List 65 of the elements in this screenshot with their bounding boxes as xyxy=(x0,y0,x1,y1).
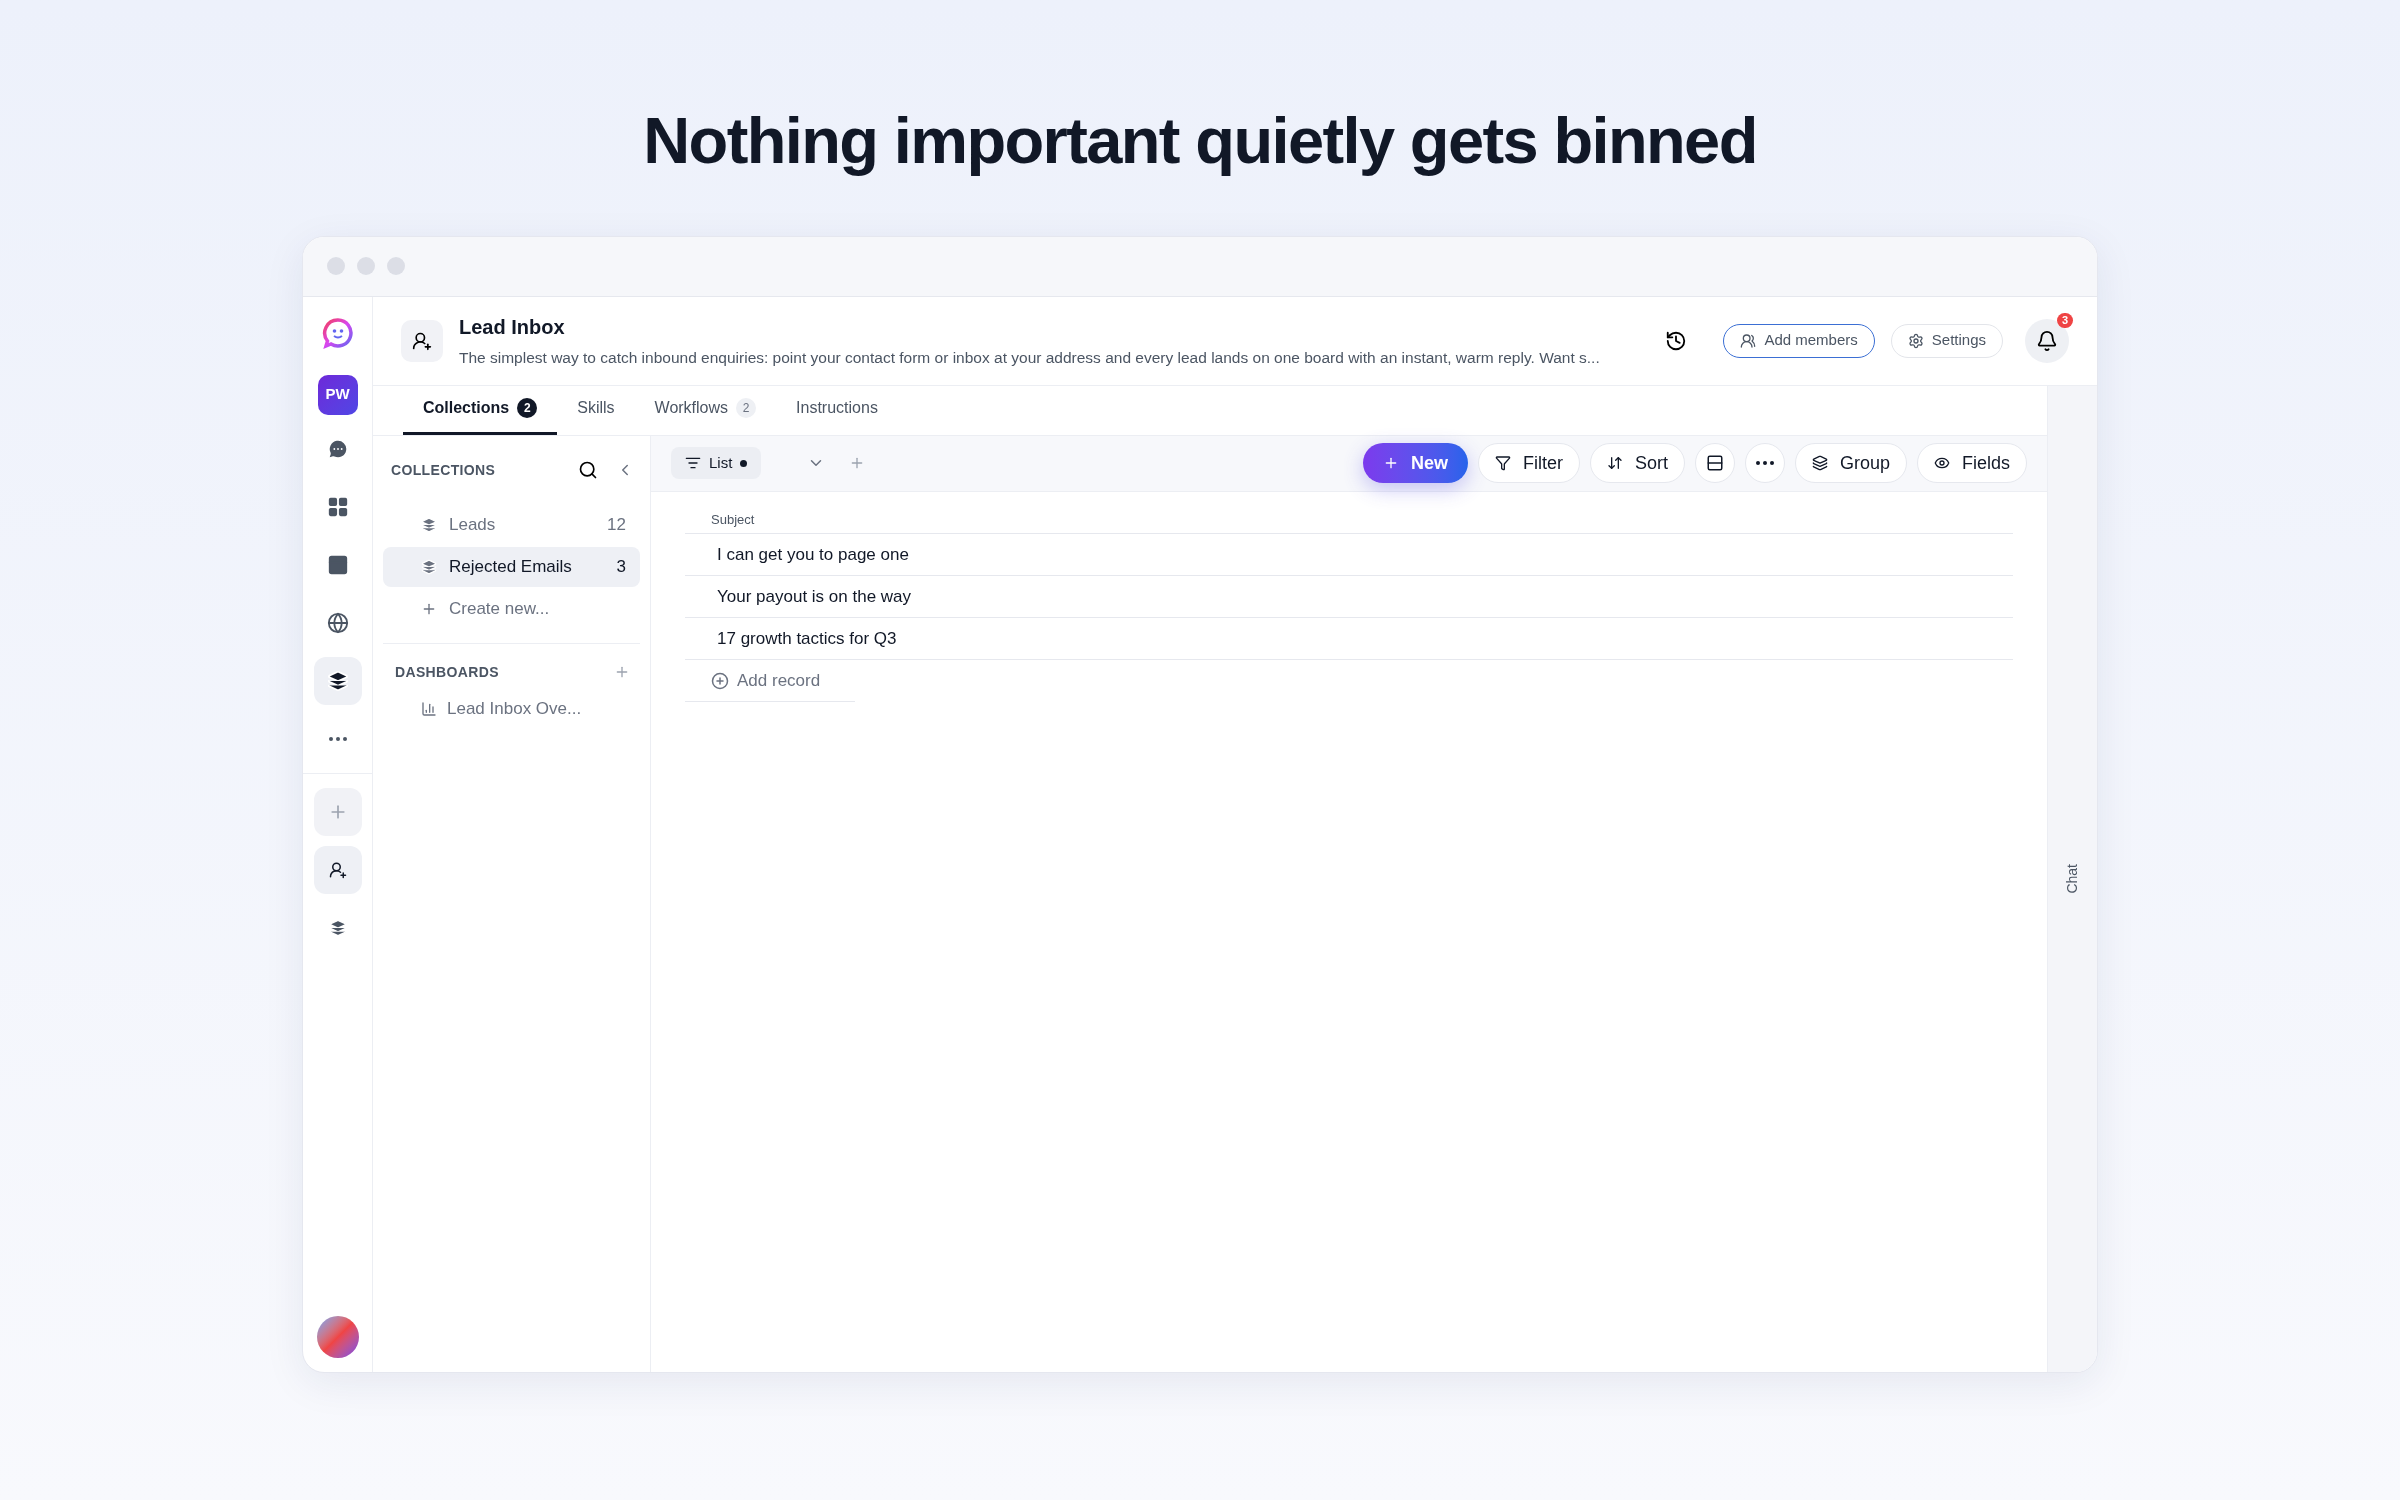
inbox-icon xyxy=(401,319,443,362)
chat-tab[interactable]: Chat xyxy=(2047,385,2097,1372)
layers-icon[interactable] xyxy=(326,669,349,692)
history-icon[interactable] xyxy=(1665,329,1688,352)
tab[interactable]: Instructions xyxy=(776,384,898,435)
toolbar-icon-button[interactable] xyxy=(1694,443,1735,483)
add-record-button[interactable]: Add record xyxy=(685,660,855,702)
collection-item[interactable]: Rejected Emails 3 xyxy=(383,546,640,587)
toolbar-icon-button[interactable] xyxy=(1744,443,1785,483)
rail-button[interactable] xyxy=(313,656,362,705)
table-row[interactable]: 17 growth tactics for Q3 xyxy=(685,618,2013,660)
list-icon xyxy=(685,455,701,471)
new-button[interactable]: New xyxy=(1362,443,1468,483)
collection-count: 12 xyxy=(607,513,626,536)
collection-count: 3 xyxy=(616,555,626,578)
tab[interactable]: Skills xyxy=(557,384,635,435)
section-heading: DASHBOARDS xyxy=(395,662,500,682)
logo-icon[interactable] xyxy=(321,316,354,349)
filter-icon xyxy=(1494,455,1511,471)
tab[interactable]: Workflows 2 xyxy=(634,384,777,435)
view-selector[interactable]: List xyxy=(671,447,762,479)
count-badge: 2 xyxy=(517,398,538,418)
sort-icon xyxy=(1606,455,1623,471)
user-icon xyxy=(328,860,347,879)
notification-badge: 3 xyxy=(2056,312,2073,328)
workspace-avatar[interactable]: PW xyxy=(317,374,358,415)
count-badge: 2 xyxy=(736,398,757,418)
plus-circle-icon xyxy=(711,671,729,690)
toolbar-button[interactable]: Fields xyxy=(1917,443,2027,483)
layers-icon xyxy=(1811,455,1828,471)
tab[interactable]: Collections 2 xyxy=(403,384,558,435)
page-description: The simplest way to catch inbound enquiries: point your contact form or inbox at your address and every lead lands on one board with an instant, warm reply. Want s... xyxy=(459,347,1601,368)
globe-icon[interactable] xyxy=(326,611,349,634)
collection-name: Leads xyxy=(449,513,497,536)
page-title: Lead Inbox xyxy=(459,314,566,340)
toolbar-button[interactable]: Group xyxy=(1794,443,1907,483)
grid-icon[interactable] xyxy=(326,495,349,518)
column-header: Subject xyxy=(685,509,2013,534)
search-icon[interactable] xyxy=(578,460,598,480)
dashboard-item[interactable]: Lead Inbox Ove... xyxy=(383,690,640,727)
bell-icon xyxy=(2036,329,2058,352)
section-heading: COLLECTIONS xyxy=(391,460,497,480)
layers-icon xyxy=(421,516,437,533)
eye-icon xyxy=(1934,455,1950,471)
user-avatar[interactable] xyxy=(316,1315,359,1358)
more-icon[interactable] xyxy=(328,736,347,741)
more-icon[interactable] xyxy=(1755,461,1774,465)
panel-icon[interactable] xyxy=(326,553,349,576)
table-row[interactable]: Your payout is on the way xyxy=(685,576,2013,618)
chart-icon xyxy=(421,700,437,717)
collection-item[interactable]: Leads 12 xyxy=(383,504,640,545)
users-icon xyxy=(1740,332,1757,349)
table-row[interactable]: I can get you to page one xyxy=(685,534,2013,576)
rows-icon xyxy=(1705,454,1724,472)
toolbar-button[interactable]: Sort xyxy=(1589,443,1685,483)
layers-icon xyxy=(328,918,347,937)
settings-icon xyxy=(1907,332,1924,349)
notifications-button[interactable] xyxy=(2025,318,2069,363)
collection-name: Rejected Emails xyxy=(449,555,573,578)
layers-icon xyxy=(421,558,437,575)
create-new-button[interactable]: Create new... xyxy=(383,588,640,629)
chat-bubble-icon[interactable] xyxy=(326,437,349,460)
headline: Nothing important quietly gets binned xyxy=(643,103,1757,179)
rail-button[interactable] xyxy=(313,845,362,894)
toolbar-button[interactable]: Filter xyxy=(1477,443,1580,483)
